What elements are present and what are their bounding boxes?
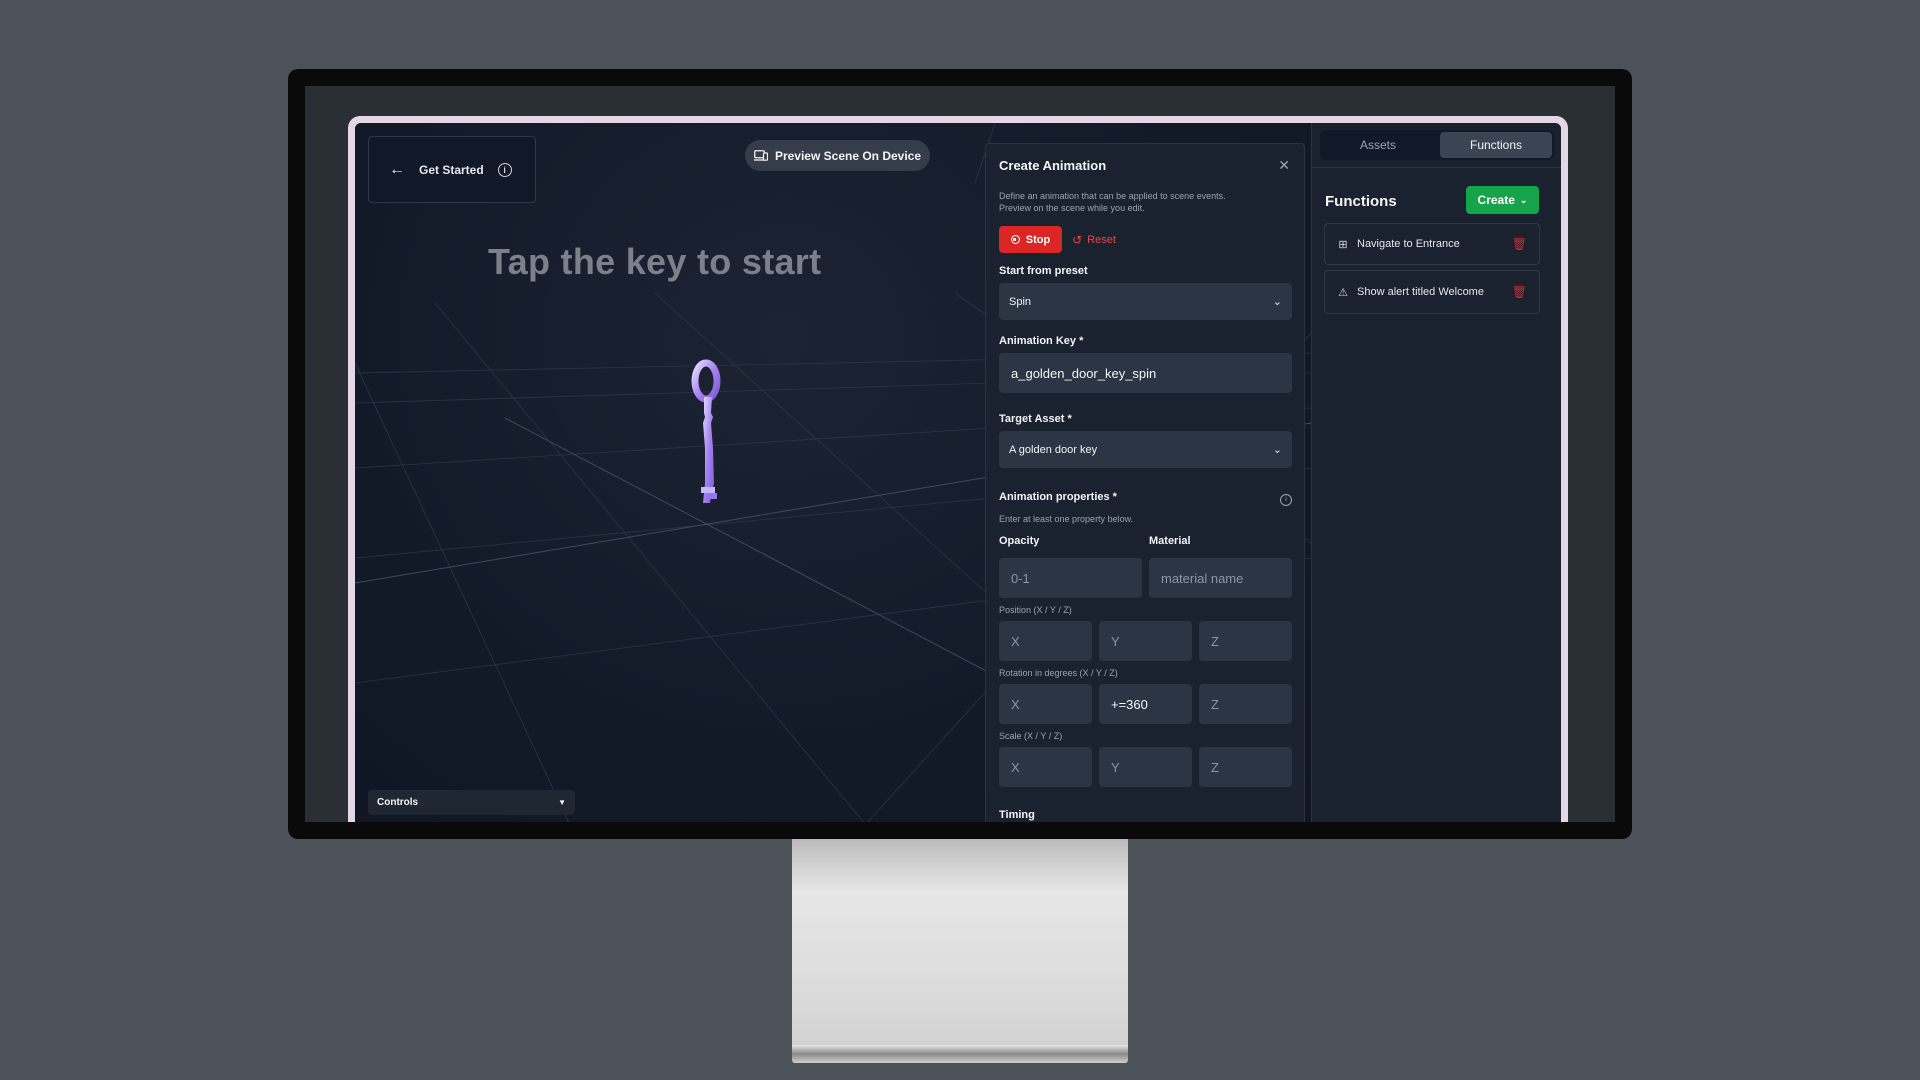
position-y-input[interactable]: Y	[1099, 621, 1192, 661]
function-item-navigate[interactable]: ⊞ Navigate to Entrance 🗑	[1324, 223, 1540, 265]
controls-label: Controls	[377, 797, 419, 808]
monitor-screen: ← Get Started i Preview Scene On Device …	[305, 86, 1615, 822]
reset-label: Reset	[1087, 233, 1116, 246]
scale-x-input[interactable]: X	[999, 747, 1092, 787]
function-label: Navigate to Entrance	[1357, 238, 1460, 250]
panel-title: Create Animation	[999, 158, 1107, 173]
opacity-label: Opacity	[999, 535, 1040, 547]
chevron-down-icon: ⌄	[1272, 444, 1282, 456]
create-button[interactable]: Create ⌄	[1466, 186, 1539, 214]
stop-button[interactable]: Stop	[999, 226, 1062, 253]
rotation-y-input[interactable]: +=360	[1099, 684, 1192, 724]
rotation-label: Rotation in degrees (X / Y / Z)	[999, 668, 1118, 678]
tab-functions[interactable]: Functions	[1440, 132, 1552, 158]
position-label: Position (X / Y / Z)	[999, 605, 1072, 615]
info-icon[interactable]: i	[1280, 494, 1292, 506]
animation-key-label: Animation Key *	[999, 335, 1084, 347]
timing-label: Timing	[999, 809, 1035, 821]
target-asset-select[interactable]: A golden door key ⌄	[999, 431, 1292, 468]
sidebar-tabs: Assets Functions	[1320, 130, 1554, 160]
rotation-z-input[interactable]: Z	[1199, 684, 1292, 724]
material-label: Material	[1149, 535, 1191, 547]
monitor-frame: ← Get Started i Preview Scene On Device …	[288, 69, 1632, 839]
functions-heading: Functions	[1325, 193, 1397, 210]
position-x-input[interactable]: X	[999, 621, 1092, 661]
tab-assets[interactable]: Assets	[1322, 132, 1434, 158]
target-asset-label: Target Asset *	[999, 413, 1072, 425]
preset-value: Spin	[1009, 295, 1032, 308]
get-started-label: Get Started	[419, 162, 484, 177]
opacity-input[interactable]: 0-1	[999, 558, 1142, 598]
material-input[interactable]: material name	[1149, 558, 1292, 598]
trash-icon[interactable]: 🗑	[1512, 285, 1527, 299]
alert-triangle-icon: ⚠	[1338, 286, 1348, 299]
back-arrow-icon[interactable]: ←	[389, 161, 405, 179]
panel-description: Define an animation that can be applied …	[999, 191, 1226, 213]
properties-hint: Enter at least one property below.	[999, 514, 1134, 524]
scene-viewport[interactable]: ← Get Started i Preview Scene On Device …	[355, 123, 1311, 822]
scene-heading: Tap the key to start	[488, 241, 822, 282]
info-icon[interactable]: i	[497, 162, 512, 177]
create-label: Create	[1477, 193, 1515, 207]
scale-label: Scale (X / Y / Z)	[999, 731, 1063, 741]
reset-button[interactable]: ↺ Reset	[1066, 226, 1122, 253]
trash-icon[interactable]: 🗑	[1512, 237, 1527, 251]
target-asset-value: A golden door key	[1009, 443, 1098, 456]
create-animation-panel: Create Animation ✕ Define an animation t…	[985, 143, 1305, 822]
position-z-input[interactable]: Z	[1199, 621, 1292, 661]
close-icon[interactable]: ✕	[1278, 157, 1290, 174]
monitor-stand-base	[792, 1045, 1128, 1063]
chevron-down-icon: ⌄	[1519, 194, 1528, 205]
stop-label: Stop	[1025, 233, 1051, 246]
controls-dropdown[interactable]: Controls ▼	[368, 790, 575, 815]
animation-key-value: a_golden_door_key_spin	[1011, 365, 1157, 381]
preview-button-label: Preview Scene On Device	[774, 148, 922, 163]
animation-key-input[interactable]: a_golden_door_key_spin	[999, 353, 1292, 393]
monitor-stand	[792, 839, 1128, 1047]
app-inner: ← Get Started i Preview Scene On Device …	[355, 123, 1561, 822]
scale-y-input[interactable]: Y	[1099, 747, 1192, 787]
rotation-x-input[interactable]: X	[999, 684, 1092, 724]
function-item-alert[interactable]: ⚠ Show alert titled Welcome 🗑	[1324, 270, 1540, 314]
chevron-down-icon: ⌄	[1272, 296, 1282, 308]
caret-down-icon: ▼	[558, 798, 566, 807]
reset-icon: ↺	[1072, 232, 1083, 247]
right-sidebar: Assets Functions Functions Create ⌄ ⊞ Na…	[1311, 123, 1561, 822]
device-icon	[753, 150, 768, 161]
animation-properties-label: Animation properties *	[999, 491, 1117, 503]
app-window: ← Get Started i Preview Scene On Device …	[348, 116, 1568, 822]
scale-z-input[interactable]: Z	[1199, 747, 1292, 787]
navigate-icon: ⊞	[1338, 238, 1348, 251]
preset-label: Start from preset	[999, 265, 1088, 277]
function-label: Show alert titled Welcome	[1357, 286, 1484, 298]
get-started-card: ← Get Started i	[368, 136, 536, 203]
preset-select[interactable]: Spin ⌄	[999, 283, 1292, 320]
preview-scene-button[interactable]: Preview Scene On Device	[745, 140, 930, 171]
sidebar-divider	[1312, 167, 1561, 168]
golden-key-model[interactable]	[685, 353, 735, 513]
stop-circle-icon	[1010, 235, 1020, 244]
